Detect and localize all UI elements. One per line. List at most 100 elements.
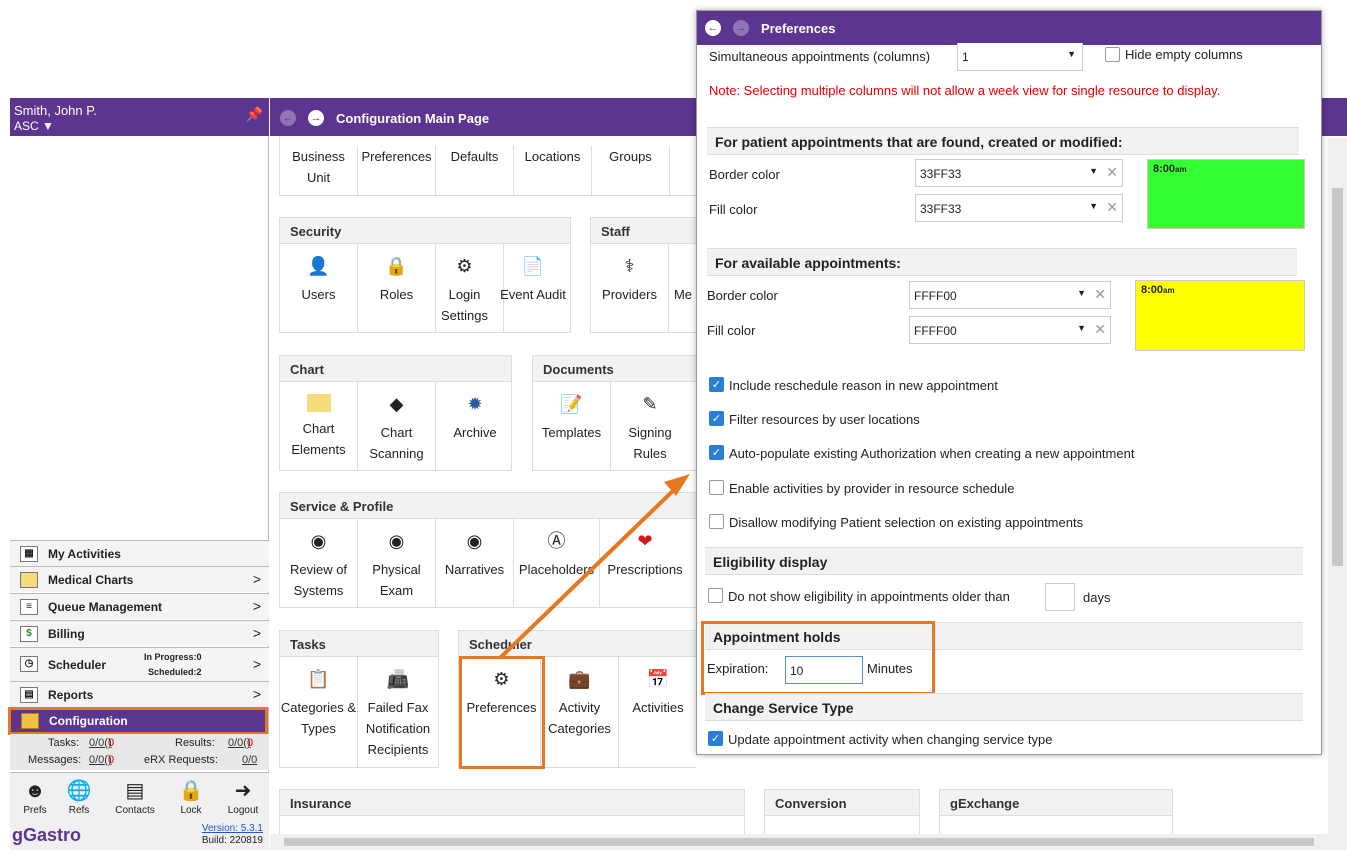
back-icon[interactable]: ← bbox=[280, 110, 296, 126]
config-icon bbox=[21, 713, 39, 729]
menu-medical-charts[interactable]: Medical Charts > bbox=[10, 566, 269, 592]
dollar-icon: $ bbox=[20, 626, 38, 642]
version-info: Version: 5.3.1 Build: 220819 bbox=[202, 823, 263, 847]
tile-business-unit[interactable]: Business Unit bbox=[280, 146, 358, 196]
clear-icon[interactable]: ✕ bbox=[1094, 321, 1106, 338]
clear-icon[interactable]: ✕ bbox=[1106, 199, 1118, 216]
tile-login-settings[interactable]: ⚙ Login Settings bbox=[426, 244, 504, 332]
back-icon[interactable]: ← bbox=[705, 20, 721, 36]
page-title: Configuration Main Page bbox=[336, 111, 490, 126]
tile-chart-scanning[interactable]: ◆ Chart Scanning bbox=[358, 382, 436, 470]
clear-icon[interactable]: ✕ bbox=[1094, 286, 1106, 303]
calendar-clock-icon: 📅 bbox=[646, 669, 670, 689]
doctor-icon: ⚕ bbox=[624, 256, 635, 276]
tile-archive[interactable]: ✹ Archive bbox=[436, 382, 514, 470]
camera-icon: ◉ bbox=[310, 531, 327, 551]
tile-templates[interactable]: 📝 Templates bbox=[533, 382, 611, 470]
tile-event-audit[interactable]: 📄 Event Audit bbox=[494, 244, 572, 332]
erx-count[interactable]: 0/0 bbox=[242, 754, 257, 766]
lock-icon: 🔒 bbox=[178, 780, 204, 802]
hide-empty-checkbox[interactable] bbox=[1105, 47, 1120, 62]
lock-button[interactable]: 🔒 Lock bbox=[170, 777, 212, 825]
menu-reports[interactable]: ▤ Reports > bbox=[10, 681, 269, 707]
change-service-type-section: Change Service Type bbox=[705, 693, 1303, 721]
refs-button[interactable]: 🌐 Refs bbox=[58, 777, 100, 825]
available-appointments-section: For available appointments: bbox=[707, 248, 1297, 276]
patient-border-color-select[interactable]: 33FF33 ▼ ✕ bbox=[915, 159, 1123, 187]
forward-icon[interactable]: → bbox=[733, 20, 749, 36]
menu-scheduler[interactable]: ◷ Scheduler In Progress:0 Scheduled:2 > bbox=[10, 647, 269, 681]
dialog-header: ← → Preferences bbox=[697, 11, 1321, 45]
camera-icon: ◉ bbox=[388, 531, 405, 551]
filter-resources-checkbox[interactable]: ✓ bbox=[709, 411, 724, 426]
eligibility-days-input[interactable] bbox=[1045, 583, 1075, 611]
update-activity-checkbox[interactable]: ✓ bbox=[708, 731, 723, 746]
tile-physical-exam[interactable]: ◉ Physical Exam bbox=[358, 519, 436, 607]
horizontal-scrollbar[interactable] bbox=[270, 834, 1330, 850]
camera-icon: ◉ bbox=[466, 531, 483, 551]
tile-preferences[interactable]: Preferences bbox=[358, 146, 436, 196]
clear-icon[interactable]: ✕ bbox=[1106, 164, 1118, 181]
menu-billing[interactable]: $ Billing > bbox=[10, 620, 269, 646]
forward-icon[interactable]: → bbox=[308, 110, 324, 126]
tile-activity-categories[interactable]: 💼 Activity Categories bbox=[541, 657, 619, 767]
patient-fill-color-select[interactable]: 33FF33 ▼ ✕ bbox=[915, 194, 1123, 222]
prefs-button[interactable]: ☻ Prefs bbox=[14, 777, 56, 825]
tile-activities[interactable]: 📅 Activities bbox=[619, 657, 697, 767]
tile-categories-types[interactable]: 📋 Categories & Types bbox=[280, 657, 358, 767]
pin-icon[interactable]: 📌 bbox=[246, 106, 263, 123]
tile-signing-rules[interactable]: ✎ Signing Rules bbox=[611, 382, 689, 470]
tile-locations[interactable]: Locations bbox=[514, 146, 592, 196]
lock-icon: 🔒 bbox=[385, 256, 408, 276]
chevron-right-icon: > bbox=[252, 571, 261, 587]
template-icon: 📝 bbox=[560, 394, 583, 414]
eligibility-checkbox[interactable] bbox=[708, 588, 723, 603]
clipboard-icon: 📋 bbox=[307, 669, 330, 689]
vertical-scrollbar[interactable] bbox=[1328, 138, 1347, 850]
tile-groups[interactable]: Groups bbox=[592, 146, 670, 196]
group-documents: Documents 📝 Templates ✎ Signing Rules bbox=[532, 355, 696, 471]
disallow-patient-change-checkbox[interactable] bbox=[709, 514, 724, 529]
scheduler-scheduled: Scheduled:2 bbox=[148, 667, 202, 677]
simultaneous-select[interactable]: 1 ▼ bbox=[957, 43, 1083, 71]
user-icon: 👤 bbox=[307, 256, 330, 276]
tile-defaults[interactable]: Defaults bbox=[436, 146, 514, 196]
report-icon: ▤ bbox=[20, 687, 38, 703]
tile-roles[interactable]: 🔒 Roles bbox=[358, 244, 436, 332]
tile-providers[interactable]: ⚕ Providers bbox=[591, 244, 669, 332]
tile-users[interactable]: 👤 Users bbox=[280, 244, 358, 332]
results-count[interactable]: 0/0(0) bbox=[228, 737, 253, 749]
contacts-button[interactable]: ▤ Contacts bbox=[114, 777, 156, 825]
menu-configuration[interactable]: Configuration bbox=[8, 707, 268, 735]
user-name[interactable]: Smith, John P. bbox=[14, 103, 97, 118]
fax-icon: 📠 bbox=[386, 669, 410, 689]
org-selector[interactable]: ASC ▼ bbox=[14, 119, 54, 133]
chevron-down-icon: ▼ bbox=[1089, 166, 1098, 176]
folder-icon bbox=[306, 394, 331, 412]
tasks-count[interactable]: 0/0(0) bbox=[89, 737, 114, 749]
eligibility-section: Eligibility display bbox=[705, 547, 1303, 575]
messages-count[interactable]: 0/0(0) bbox=[89, 754, 114, 766]
menu-queue-management[interactable]: ≡ Queue Management > bbox=[10, 593, 269, 619]
available-fill-color-select[interactable]: FFFF00 ▼ ✕ bbox=[909, 316, 1111, 344]
reschedule-reason-checkbox[interactable]: ✓ bbox=[709, 377, 724, 392]
logout-button[interactable]: ➜ Logout bbox=[222, 777, 264, 825]
menu-my-activities[interactable]: ▦ My Activities bbox=[10, 540, 269, 566]
tile-chart-elements[interactable]: Chart Elements bbox=[280, 382, 358, 470]
tile-review-of-systems[interactable]: ◉ Review of Systems bbox=[280, 519, 358, 607]
folder-icon bbox=[20, 572, 38, 588]
tile-staff-more[interactable]: Me bbox=[669, 244, 697, 332]
auto-populate-authorization-checkbox[interactable]: ✓ bbox=[709, 445, 724, 460]
tile-failed-fax[interactable]: 📠 Failed Fax Notification Recipients bbox=[358, 657, 438, 767]
person-icon: ☻ bbox=[24, 780, 46, 802]
counts-panel: Tasks: 0/0(0) Results: 0/0(0) Messages: … bbox=[10, 734, 269, 770]
chevron-down-icon: ▼ bbox=[1077, 288, 1086, 298]
enable-activities-checkbox[interactable] bbox=[709, 480, 724, 495]
archive-icon: ✹ bbox=[467, 394, 483, 414]
version-link[interactable]: Version: 5.3.1 bbox=[202, 823, 263, 835]
chevron-right-icon: > bbox=[252, 656, 261, 672]
available-border-color-select[interactable]: FFFF00 ▼ ✕ bbox=[909, 281, 1111, 309]
patient-appointments-section: For patient appointments that are found,… bbox=[707, 127, 1299, 155]
columns-note: Note: Selecting multiple columns will no… bbox=[709, 83, 1221, 98]
group-conversion: Conversion bbox=[764, 789, 920, 835]
